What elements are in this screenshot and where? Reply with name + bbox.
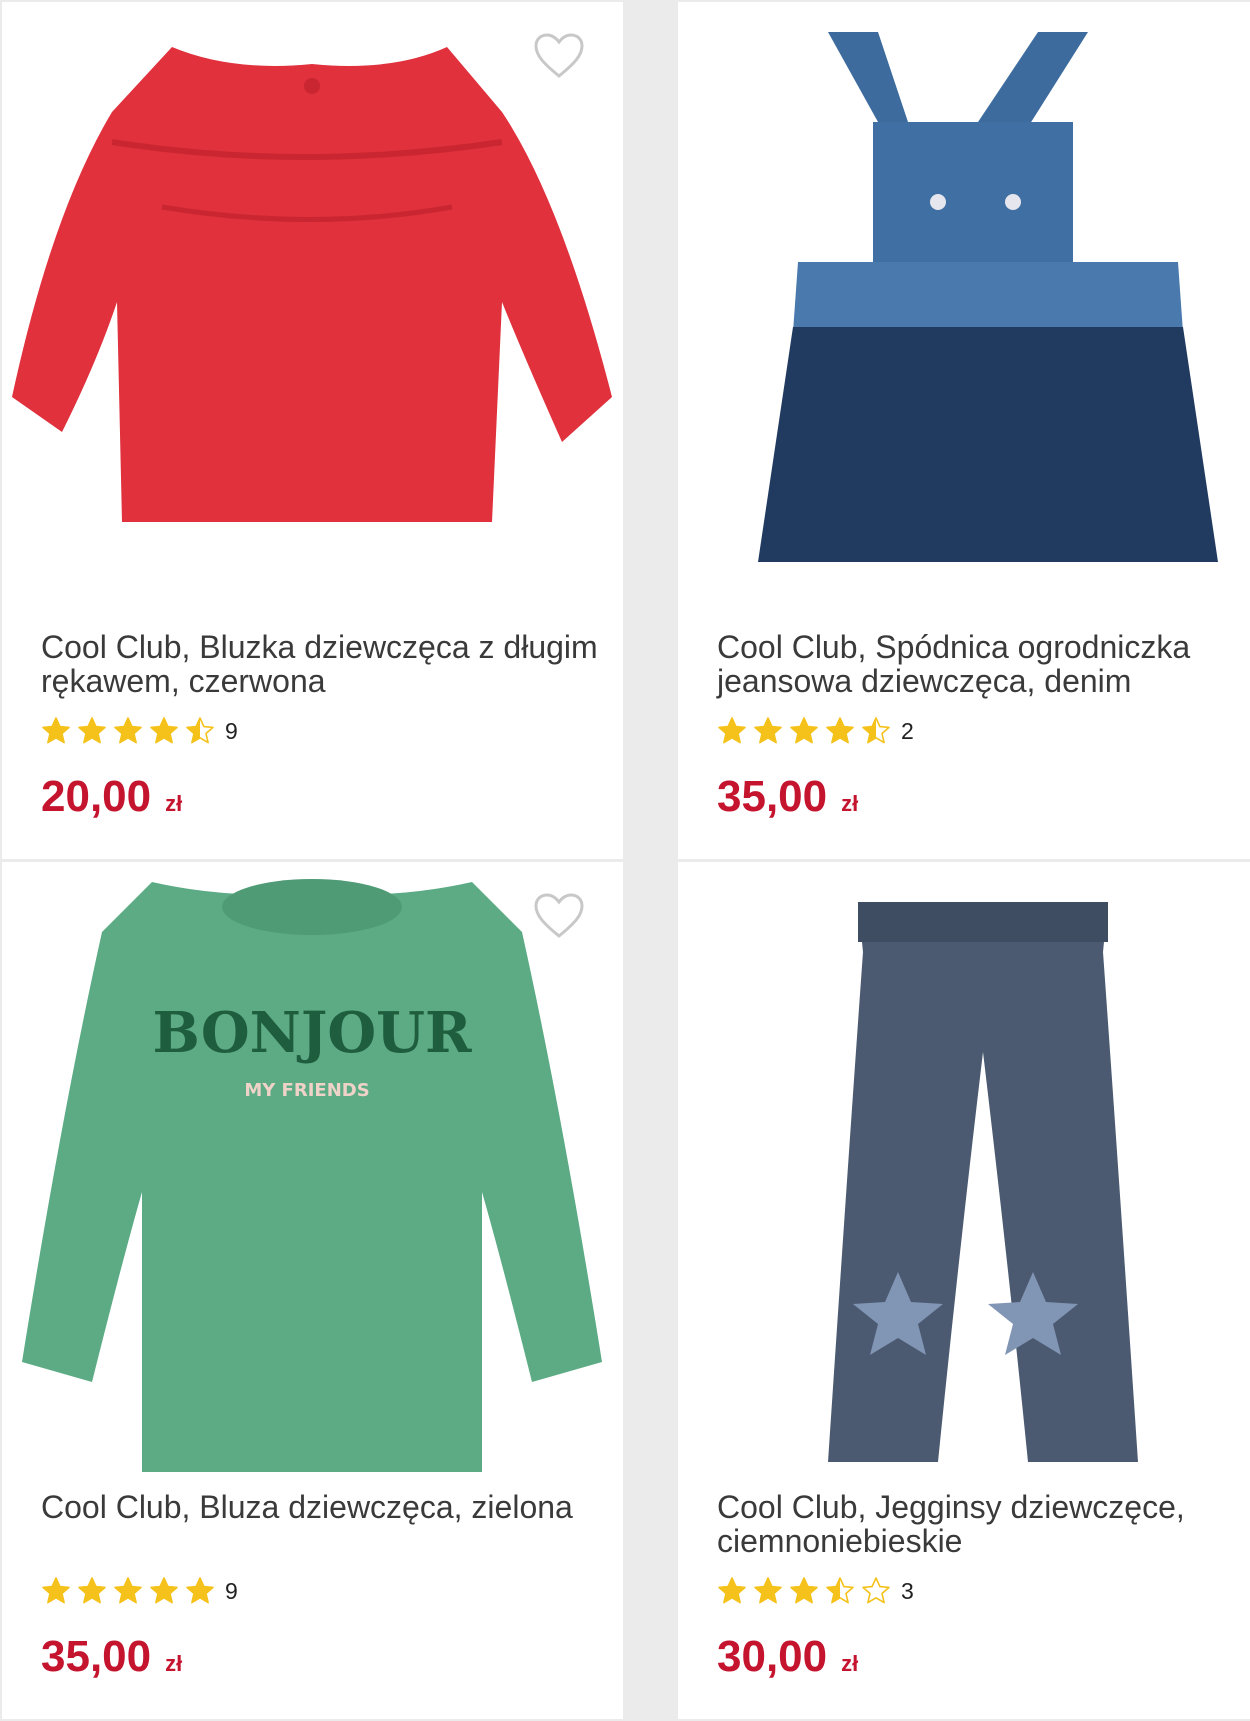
currency: zł [841,1651,859,1676]
product-title[interactable]: Cool Club, Jegginsy dziewczęce, ciemnoni… [717,1490,1250,1558]
review-count: 9 [225,717,238,744]
currency: zł [165,791,183,816]
green-sweatshirt-image[interactable]: BONJOUR MY FRIENDS [2,862,623,1472]
red-blouse-image[interactable] [2,2,623,612]
star-full-icon [790,1577,818,1604]
star-half-icon [826,1577,854,1604]
star-full-icon [754,1577,782,1604]
star-full-icon [114,717,142,744]
price: 20,00 zł [41,772,182,822]
star-full-icon [150,1577,178,1604]
price: 35,00 zł [717,772,858,822]
star-full-icon [42,717,70,744]
product-title[interactable]: Cool Club, Spódnica ogrodniczka jeansowa… [717,630,1250,698]
product-title[interactable]: Cool Club, Bluza dziewczęca, zielona [41,1490,601,1524]
price: 30,00 zł [717,1632,858,1682]
star-full-icon [78,1577,106,1604]
star-icons [41,716,221,746]
sweatshirt-print-sub: MY FRIENDS [244,1080,369,1101]
currency: zł [165,1651,183,1676]
star-full-icon [186,1577,214,1604]
currency: zł [841,791,859,816]
star-full-icon [42,1577,70,1604]
star-full-icon [826,717,854,744]
heart-icon[interactable] [533,892,585,940]
star-icons [717,716,897,746]
star-icons [41,1576,221,1606]
product-card[interactable]: Cool Club, Spódnica ogrodniczka jeansowa… [678,2,1250,859]
product-card[interactable]: BONJOUR MY FRIENDS Cool Club, Bluza dzie… [2,862,623,1719]
star-full-icon [718,1577,746,1604]
star-half-icon [186,717,214,744]
rating-stars: 9 [41,714,238,748]
product-card[interactable]: Cool Club, Bluzka dziewczęca z długim rę… [2,2,623,859]
rating-stars: 2 [717,714,914,748]
rating-stars: 9 [41,1574,238,1608]
review-count: 9 [225,1577,238,1604]
star-full-icon [150,717,178,744]
star-half-icon [862,717,890,744]
price-value: 30,00 [717,1632,828,1681]
heart-icon[interactable] [533,32,585,80]
denim-pinafore-image[interactable] [678,2,1250,612]
price-value: 35,00 [717,772,828,821]
review-count: 3 [901,1577,914,1604]
price: 35,00 zł [41,1632,182,1682]
star-empty-icon [862,1577,890,1604]
sweatshirt-print-main: BONJOUR [153,1000,472,1066]
rating-stars: 3 [717,1574,914,1608]
product-title[interactable]: Cool Club, Bluzka dziewczęca z długim rę… [41,630,601,698]
star-full-icon [790,717,818,744]
price-value: 20,00 [41,772,152,821]
jeggings-image[interactable] [678,862,1250,1472]
star-full-icon [78,717,106,744]
star-full-icon [114,1577,142,1604]
product-card[interactable]: Cool Club, Jegginsy dziewczęce, ciemnoni… [678,862,1250,1719]
review-count: 2 [901,717,914,744]
star-full-icon [754,717,782,744]
star-full-icon [718,717,746,744]
star-icons [717,1576,897,1606]
price-value: 35,00 [41,1632,152,1681]
